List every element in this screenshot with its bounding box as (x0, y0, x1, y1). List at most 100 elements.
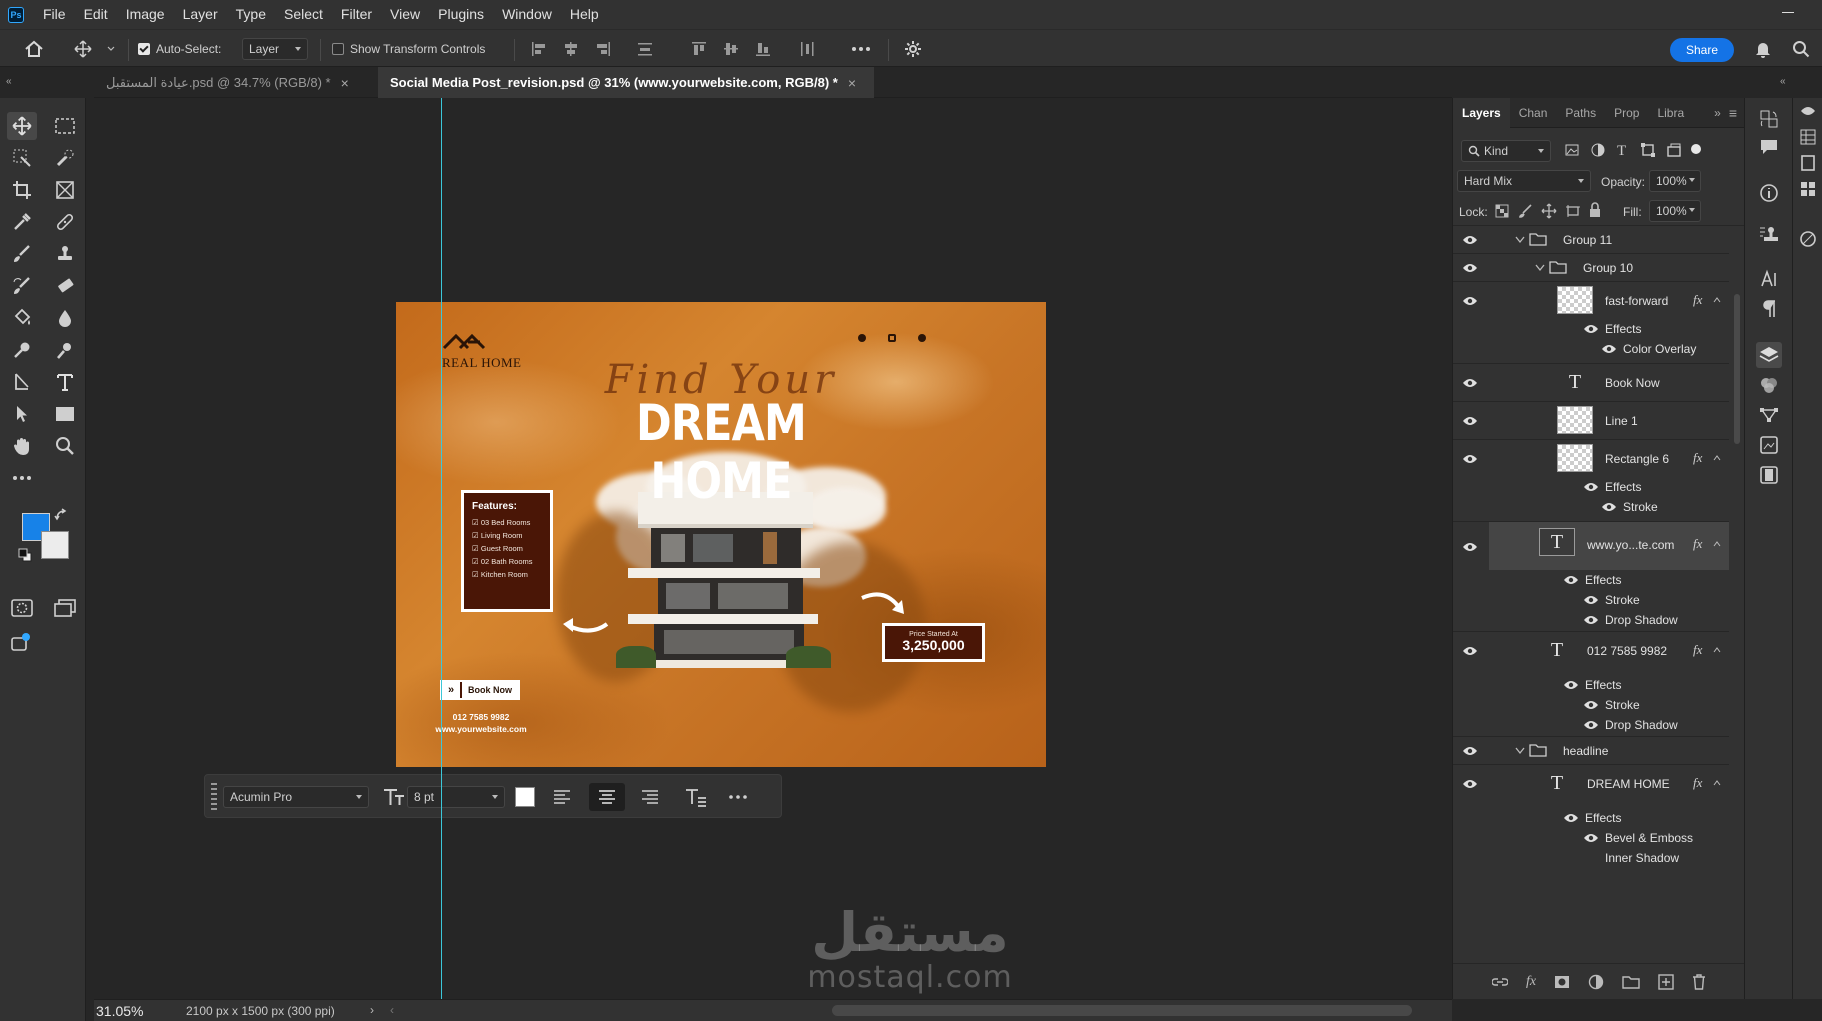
dodge-tool-icon[interactable] (7, 336, 37, 364)
healing-brush-tool-icon[interactable] (50, 208, 80, 236)
visibility-eye-icon[interactable] (1462, 779, 1478, 789)
text-color-swatch[interactable] (515, 787, 535, 807)
align-bottom-icon[interactable] (752, 40, 774, 58)
visibility-eye-icon[interactable] (1462, 378, 1478, 388)
quick-selection-tool-icon[interactable] (50, 144, 80, 172)
crop-tool-icon[interactable] (7, 176, 37, 204)
pen-tool-icon[interactable] (50, 336, 80, 364)
blur-tool-icon[interactable] (50, 304, 80, 332)
close-icon[interactable]: × (848, 75, 856, 91)
chevron-down-icon[interactable] (1535, 264, 1545, 272)
path-selection-tool-icon[interactable] (7, 368, 37, 396)
chevron-up-icon[interactable] (1713, 297, 1721, 303)
effects-row[interactable]: Effects (1453, 808, 1729, 828)
visibility-eye-icon[interactable] (1462, 454, 1478, 464)
quick-mask-icon[interactable] (7, 594, 37, 622)
eraser-tool-icon[interactable] (50, 272, 80, 300)
layer-row-group-11[interactable]: Group 11 (1453, 226, 1729, 253)
lock-artboard-icon[interactable] (1565, 204, 1581, 221)
visibility-eye-icon[interactable] (1462, 416, 1478, 426)
transform-check-icon[interactable] (332, 43, 344, 55)
effect-row-color-overlay[interactable]: Color Overlay (1453, 339, 1729, 359)
history-panel-icon[interactable] (1756, 106, 1782, 132)
document-canvas[interactable]: REAL HOME Find Your DREAM HOME Features:… (396, 302, 1046, 767)
layers-scrollbar[interactable] (1733, 234, 1741, 954)
auto-select-target-dropdown[interactable]: Layer (242, 38, 308, 60)
menu-help[interactable]: Help (561, 0, 608, 29)
align-text-center-icon[interactable] (589, 783, 625, 811)
effects-row[interactable]: Effects (1453, 319, 1729, 339)
auto-select-check-icon[interactable] (138, 43, 150, 55)
scrollbar-thumb[interactable] (1734, 294, 1740, 444)
add-mask-icon[interactable] (1554, 975, 1570, 989)
layer-row-headline-group[interactable]: headline (1453, 737, 1729, 764)
libraries-panel-icon[interactable] (1756, 462, 1782, 488)
screen-mode-icon[interactable] (50, 594, 80, 622)
default-colors-icon[interactable] (16, 546, 34, 564)
collapse-panels-icon[interactable]: « (1780, 76, 1786, 87)
zoom-tool-icon[interactable] (50, 432, 80, 460)
minimize-button[interactable] (1782, 12, 1794, 13)
tab-paths[interactable]: Paths (1556, 98, 1605, 128)
effect-row-stroke[interactable]: Stroke (1453, 695, 1729, 715)
history-brush-tool-icon[interactable] (7, 272, 37, 300)
drag-handle-icon[interactable] (211, 783, 217, 811)
filter-shape-icon[interactable] (1641, 143, 1655, 160)
chevron-down-icon[interactable] (106, 44, 116, 54)
menu-plugins[interactable]: Plugins (429, 0, 493, 29)
layer-row-line-1[interactable]: Line 1 (1453, 402, 1729, 439)
edit-toolbar-icon[interactable] (7, 464, 37, 492)
document-info[interactable]: 2100 px x 1500 px (300 ppi) (186, 1004, 335, 1018)
share-button[interactable]: Share (1670, 38, 1734, 62)
marquee-tool-icon[interactable] (50, 112, 80, 140)
lock-pixels-icon[interactable] (1519, 204, 1533, 221)
tab-libraries[interactable]: Libra (1648, 98, 1693, 128)
add-layer-style-icon[interactable]: fx (1526, 974, 1536, 990)
table-panel-icon[interactable] (1795, 124, 1821, 150)
layer-row-group-10[interactable]: Group 10 (1453, 254, 1729, 281)
chevron-down-icon[interactable] (1515, 236, 1525, 244)
show-transform-controls-checkbox[interactable]: Show Transform Controls (332, 40, 485, 58)
chevron-up-icon[interactable] (1713, 541, 1721, 547)
layer-row-dream-home[interactable]: T DREAM HOME fx (1453, 765, 1729, 802)
close-icon[interactable]: × (341, 75, 349, 91)
chevron-up-icon[interactable] (1713, 647, 1721, 653)
paragraph-panel-icon[interactable] (1756, 296, 1782, 322)
artboard-panel-icon[interactable] (1795, 150, 1821, 176)
properties-panel-icon[interactable] (1756, 432, 1782, 458)
layer-row-website-selected[interactable]: T www.yo...te.com fx (1489, 522, 1729, 570)
blend-mode-dropdown[interactable]: Hard Mix (1457, 170, 1591, 192)
document-tab-inactive[interactable]: عيادة المستقبل.psd @ 34.7% (RGB/8) * × (94, 67, 378, 98)
layer-row-book-now[interactable]: T Book Now (1453, 364, 1729, 401)
comments-panel-icon[interactable] (1756, 134, 1782, 160)
gear-icon[interactable] (902, 39, 924, 59)
effects-row[interactable]: Effects (1453, 675, 1729, 695)
menu-file[interactable]: File (34, 0, 75, 29)
visibility-eye-icon[interactable] (1462, 263, 1478, 273)
clone-stamp-tool-icon[interactable] (50, 240, 80, 268)
menu-select[interactable]: Select (275, 0, 332, 29)
effect-row-drop-shadow[interactable]: Drop Shadow (1453, 715, 1729, 735)
visibility-eye-icon[interactable] (1601, 502, 1617, 512)
type-tool-icon[interactable] (50, 368, 80, 396)
swap-colors-icon[interactable] (52, 506, 70, 524)
direct-selection-tool-icon[interactable] (7, 400, 37, 428)
font-size-dropdown[interactable]: 8 pt (407, 786, 505, 808)
align-text-left-icon[interactable] (547, 783, 577, 811)
brush-tool-icon[interactable] (7, 240, 37, 268)
effect-row-drop-shadow[interactable]: Drop Shadow (1453, 610, 1729, 630)
expand-panels-icon[interactable]: » (1714, 106, 1721, 120)
trash-icon[interactable] (1692, 973, 1706, 990)
new-adjustment-layer-icon[interactable] (1588, 974, 1604, 990)
background-color-swatch[interactable] (41, 531, 69, 559)
visibility-eye-icon[interactable] (1583, 324, 1599, 334)
collapse-toolbar-icon[interactable]: « (6, 76, 12, 87)
character-panel-icon[interactable] (681, 783, 711, 811)
rectangle-tool-icon[interactable] (50, 400, 80, 428)
effect-row-stroke[interactable]: Stroke (1453, 497, 1729, 517)
info-panel-icon[interactable] (1756, 180, 1782, 206)
document-tab-active[interactable]: Social Media Post_revision.psd @ 31% (ww… (378, 67, 874, 98)
fx-icon[interactable]: fx (1693, 292, 1702, 308)
visibility-eye-icon[interactable] (1583, 720, 1599, 730)
grid-panel-icon[interactable] (1795, 176, 1821, 202)
